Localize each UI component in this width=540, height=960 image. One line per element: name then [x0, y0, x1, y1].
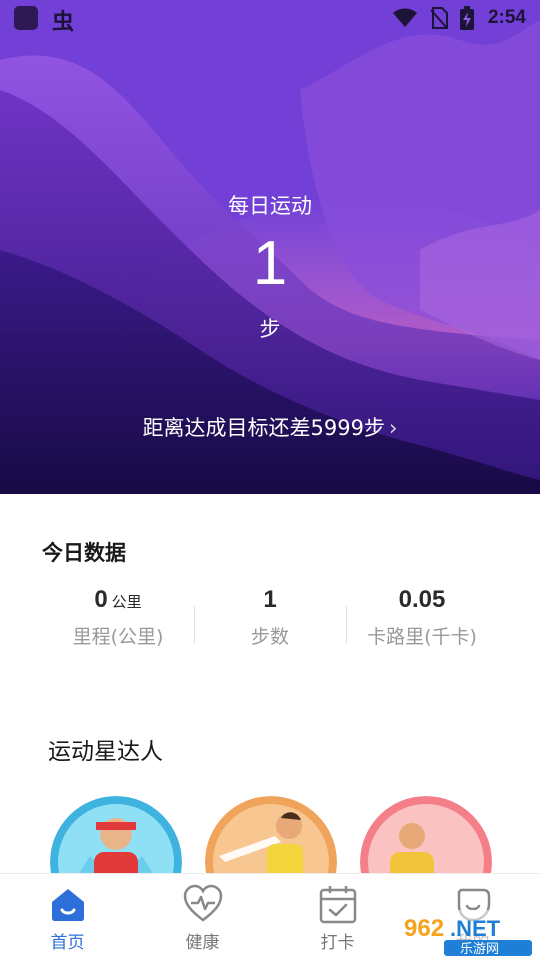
status-time: 2:54 — [487, 7, 526, 28]
goal-remaining-text: 距离达成目标还差5999步 — [142, 416, 386, 440]
wifi-icon — [393, 8, 417, 27]
no-sim-icon — [430, 7, 448, 29]
stat-steps: 1 步数 — [190, 586, 350, 649]
stat-steps-value: 1 — [263, 586, 277, 613]
app-square-icon — [14, 6, 38, 30]
svg-text:962: 962 — [404, 915, 444, 942]
bug-icon: 虫 — [52, 10, 75, 35]
stat-divider — [346, 606, 347, 644]
home-icon — [52, 889, 84, 921]
stat-calories-label: 卡路里(千卡) — [367, 626, 477, 648]
nav-label-checkin: 打卡 — [320, 933, 355, 953]
status-icons — [392, 6, 474, 30]
step-count: 1 — [252, 229, 288, 298]
stat-divider — [194, 606, 195, 644]
sport-stars-title: 运动星达人 — [48, 739, 163, 765]
nav-label-health: 健康 — [185, 933, 220, 953]
goal-remaining-link[interactable]: 距离达成目标还差5999步 › — [0, 412, 540, 442]
stat-distance-value: 0 — [94, 586, 108, 613]
nav-item-home[interactable]: 首页 — [0, 874, 135, 960]
battery-charging-icon — [460, 6, 474, 30]
stat-distance: 0 公里 里程(公里) — [38, 586, 198, 649]
today-stats: 0 公里 里程(公里) 1 步数 0.05 卡路里(千卡) — [0, 586, 540, 666]
calendar-check-icon — [319, 886, 357, 924]
status-bar: 虫 2:54 — [0, 0, 540, 36]
stat-distance-unit: 公里 — [111, 593, 142, 611]
svg-text:乐游网: 乐游网 — [460, 942, 499, 957]
hero-banner: 虫 2:54 每日运动 1 步 距离达成目标还差5999步 › — [0, 0, 540, 494]
site-watermark-logo: 962 .NET 乐游网 — [398, 910, 536, 957]
nav-item-health[interactable]: 健康 — [135, 874, 270, 960]
nav-label-home: 首页 — [50, 933, 85, 953]
chevron-right-icon: › — [389, 416, 398, 440]
heart-pulse-icon — [183, 884, 223, 922]
nav-item-checkin[interactable]: 打卡 — [270, 874, 405, 960]
stat-distance-label: 里程(公里) — [72, 626, 164, 648]
svg-text:.NET: .NET — [450, 916, 501, 941]
stat-calories: 0.05 卡路里(千卡) — [342, 586, 502, 649]
stat-calories-value: 0.05 — [398, 586, 446, 613]
daily-exercise-label: 每日运动 — [228, 194, 312, 218]
stat-steps-label: 步数 — [250, 626, 289, 648]
today-data-title: 今日数据 — [42, 541, 126, 565]
step-unit: 步 — [259, 317, 281, 341]
